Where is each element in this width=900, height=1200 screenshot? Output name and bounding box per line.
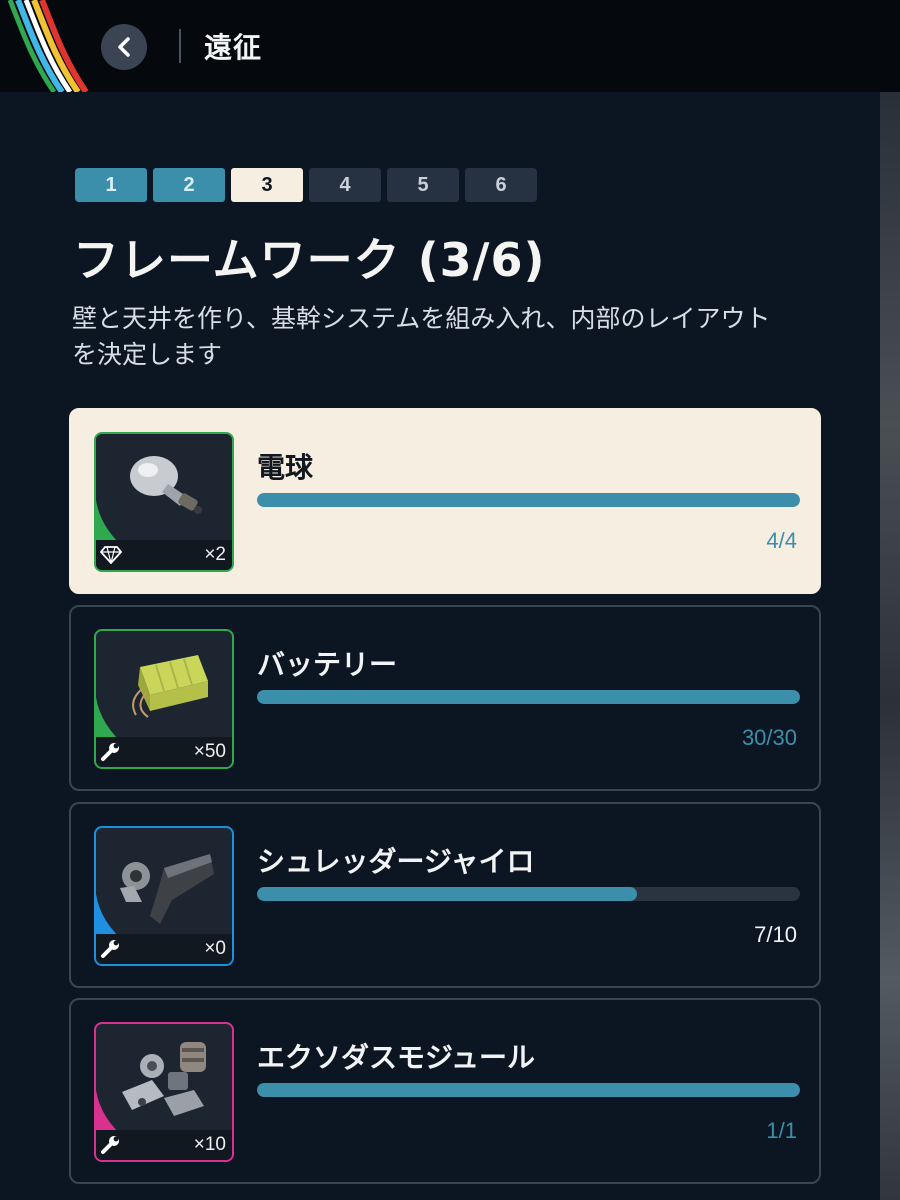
progress-count: 4/4	[766, 528, 797, 553]
item-owned-footer: ×10	[96, 1130, 232, 1160]
background-scene	[880, 92, 900, 1200]
requirement-card-light-bulb[interactable]: ×2 電球 4/4	[69, 408, 821, 594]
back-button[interactable]	[101, 24, 147, 70]
gyro-part-icon	[120, 854, 214, 924]
item-thumbnail: ×10	[94, 1022, 234, 1162]
chevron-left-icon	[118, 37, 130, 57]
step-tab-1[interactable]: 1	[75, 168, 147, 202]
item-name: エクソダスモジュール	[257, 1041, 536, 1074]
module-parts-icon	[122, 1042, 206, 1116]
step-tab-6[interactable]: 6	[465, 168, 537, 202]
progress-fill	[257, 690, 800, 704]
battery-icon	[132, 655, 208, 718]
item-name: 電球	[257, 451, 314, 484]
progress-count: 30/30	[741, 725, 797, 750]
page-header-title: 遠征	[204, 31, 263, 64]
item-thumbnail: ×0	[94, 826, 234, 966]
item-thumbnail: ×2	[94, 432, 234, 572]
step-tab-5[interactable]: 5	[387, 168, 459, 202]
wrench-icon	[101, 743, 119, 761]
stage-description: 壁と天井を作り、基幹システムを組み入れ、内部のレイアウトを決定します	[72, 304, 771, 369]
requirement-card-battery[interactable]: ×50 バッテリー 30/30	[69, 605, 821, 791]
item-thumbnail: ×50	[94, 629, 234, 769]
progress-bar	[257, 887, 800, 901]
progress-fill	[257, 1083, 800, 1097]
step-tab-3[interactable]: 3	[231, 168, 303, 202]
top-bar: 遠征	[0, 0, 900, 92]
progress-bar	[257, 493, 800, 507]
owned-quantity: ×50	[193, 741, 226, 762]
progress-bar	[257, 690, 800, 704]
progress-fill	[257, 493, 800, 507]
owned-quantity: ×10	[193, 1134, 226, 1155]
owned-quantity: ×2	[204, 544, 226, 565]
item-owned-footer: ×0	[96, 934, 232, 964]
diamond-icon	[100, 546, 122, 564]
progress-bar	[257, 1083, 800, 1097]
step-tab-4[interactable]: 4	[309, 168, 381, 202]
progress-count: 7/10	[754, 922, 797, 947]
progress-fill	[257, 887, 638, 901]
rainbow-stripes-decoration	[7, 0, 89, 92]
item-owned-footer: ×2	[96, 540, 232, 570]
header-divider	[179, 29, 181, 63]
item-owned-footer: ×50	[96, 737, 232, 767]
item-name: バッテリー	[257, 648, 398, 681]
item-name: シュレッダージャイロ	[257, 845, 535, 878]
owned-quantity: ×0	[204, 938, 226, 959]
light-bulb-icon	[130, 456, 202, 514]
step-tab-2[interactable]: 2	[153, 168, 225, 202]
requirement-card-exodus-module[interactable]: ×10 エクソダスモジュール 1/1	[69, 998, 821, 1184]
requirement-card-shredder-gyro[interactable]: ×0 シュレッダージャイロ 7/10	[69, 802, 821, 988]
wrench-icon	[101, 940, 119, 958]
stage-title: フレームワーク (3/6)	[73, 233, 546, 287]
wrench-icon	[101, 1136, 119, 1154]
progress-count: 1/1	[766, 1118, 797, 1143]
stage-step-tabs: 1 2 3 4 5 6	[75, 168, 537, 202]
